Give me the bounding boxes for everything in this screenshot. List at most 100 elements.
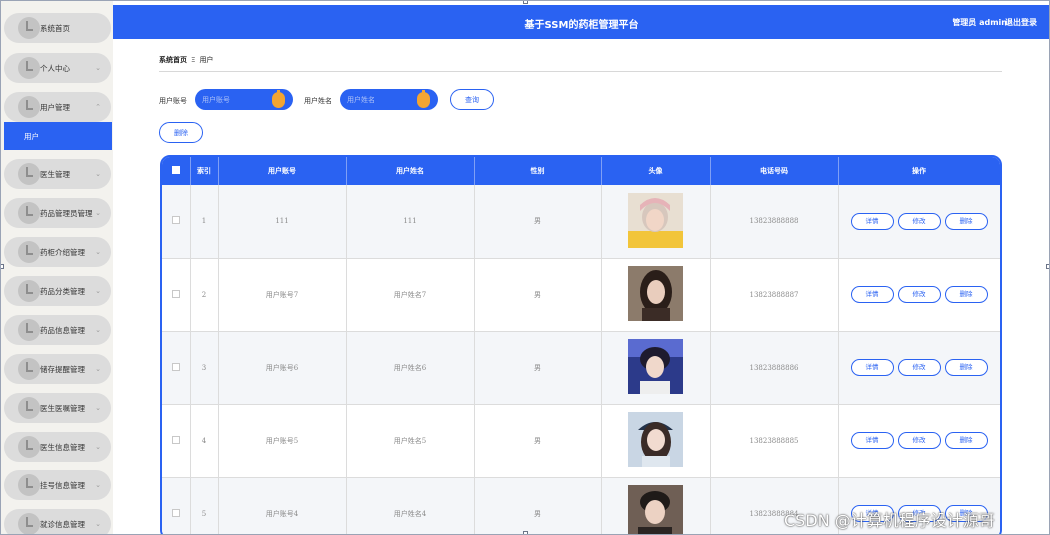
row-select-cell[interactable]	[162, 258, 191, 332]
query-button[interactable]: 查询	[450, 89, 494, 110]
sidebar-item-label: 用户管理	[40, 102, 70, 112]
cell-gender: 男	[474, 477, 602, 534]
clock-icon	[18, 57, 40, 79]
column-header-account: 用户账号	[218, 157, 347, 185]
select-all-checkbox[interactable]	[171, 166, 180, 174]
sidebar-item[interactable]: 医生信息管理 ⌄	[4, 432, 111, 462]
chevron-down-icon: ⌄	[95, 248, 101, 256]
table-row: 1 111 111 男 13823888888 详情 修改 删除	[162, 185, 1000, 259]
cell-name: 用户姓名7	[346, 258, 475, 332]
clock-icon	[18, 358, 40, 380]
chevron-down-icon: ⌄	[95, 170, 101, 178]
sidebar-item-label: 药品管理员管理	[40, 208, 93, 218]
detail-button[interactable]: 详情	[850, 432, 894, 449]
sidebar-item[interactable]: 医生医嘱管理 ⌄	[4, 393, 111, 423]
chevron-down-icon: ⌄	[95, 481, 101, 489]
sidebar-item[interactable]: 药柜介绍管理 ⌄	[4, 237, 111, 267]
sidebar-subitem-users[interactable]: 用户	[4, 122, 112, 150]
clock-icon	[18, 513, 40, 534]
row-select-cell[interactable]	[162, 404, 191, 478]
sidebar-item[interactable]: 医生管理 ⌄	[4, 159, 111, 189]
cell-name: 111	[346, 185, 475, 259]
cell-actions: 详情 修改 删除	[838, 331, 1000, 405]
row-checkbox[interactable]	[171, 216, 180, 225]
table-row: 2 用户账号7 用户姓名7 男 13823888887 详情 修改 删除	[162, 258, 1000, 332]
table-row: 4 用户账号5 用户姓名5 男 13823888885 详情 修改 删除	[162, 404, 1000, 478]
sidebar-item[interactable]: 药品信息管理 ⌄	[4, 315, 111, 345]
cell-index: 4	[190, 404, 219, 478]
name-search-input[interactable]: 用户姓名	[340, 89, 438, 110]
breadcrumb-home[interactable]: 系统首页	[159, 56, 187, 64]
sidebar-item-label: 系统首页	[40, 23, 70, 33]
cell-name: 用户姓名5	[346, 404, 475, 478]
sidebar-item[interactable]: 个人中心 ⌄	[4, 53, 111, 83]
account-search-input[interactable]: 用户账号	[195, 89, 293, 110]
avatar-image	[628, 339, 683, 394]
name-search-placeholder: 用户姓名	[347, 96, 375, 104]
delete-button[interactable]: 删除	[944, 286, 988, 303]
row-checkbox[interactable]	[171, 508, 180, 517]
select-all-header[interactable]	[162, 157, 191, 185]
sidebar: 系统首页 个人中心 ⌄ 用户管理 ⌃ 医生管理 ⌄ 药品管理员管理 ⌄ 药柜介绍管理 ⌄ 药品分类管理…	[1, 1, 113, 534]
clock-icon	[18, 280, 40, 302]
delete-button[interactable]: 删除	[944, 212, 988, 230]
detail-button[interactable]: 详情	[850, 212, 894, 230]
cell-name: 用户姓名6	[346, 331, 475, 405]
user-table: 索引 用户账号 用户姓名 性别 头像 电话号码 操作 1 111 111 男 13823…	[160, 155, 1002, 534]
row-checkbox[interactable]	[171, 435, 180, 444]
cell-avatar	[601, 258, 711, 332]
bulk-delete-button[interactable]: 删除	[159, 122, 203, 143]
row-checkbox[interactable]	[171, 362, 180, 371]
account-search-placeholder: 用户账号	[202, 96, 230, 104]
sidebar-item-label: 药柜介绍管理	[40, 247, 85, 257]
top-header: 基于SSM的药柜管理平台 管理员 admin 退出登录	[113, 5, 1049, 39]
cell-account: 用户账号5	[218, 404, 347, 478]
chevron-up-icon: ⌃	[95, 103, 101, 111]
sidebar-item[interactable]: 挂号信息管理 ⌄	[4, 470, 111, 500]
sidebar-item[interactable]: 用户管理 ⌃	[4, 92, 111, 122]
current-user[interactable]: 管理员 admin	[952, 17, 1007, 28]
chevron-down-icon: ⌄	[95, 443, 101, 451]
sidebar-item[interactable]: 就诊信息管理 ⌄	[4, 509, 111, 534]
column-header-avatar: 头像	[601, 157, 711, 185]
edit-button[interactable]: 修改	[897, 359, 941, 376]
sidebar-item[interactable]: 药品管理员管理 ⌄	[4, 198, 111, 228]
cell-avatar	[601, 185, 711, 259]
cell-index: 2	[190, 258, 219, 332]
delete-button[interactable]: 删除	[944, 432, 988, 449]
sidebar-item-label: 储存提醒管理	[40, 364, 85, 374]
resize-handle	[1, 264, 4, 269]
detail-button[interactable]: 详情	[850, 286, 894, 303]
cell-avatar	[601, 331, 711, 405]
sidebar-item[interactable]: 药品分类管理 ⌄	[4, 276, 111, 306]
cell-phone: 13823888886	[710, 331, 839, 405]
cell-account: 用户账号6	[218, 331, 347, 405]
chevron-down-icon: ⌄	[95, 64, 101, 72]
cell-gender: 男	[474, 258, 602, 332]
row-select-cell[interactable]	[162, 331, 191, 405]
chevron-down-icon: ⌄	[95, 520, 101, 528]
delete-button[interactable]: 删除	[944, 359, 988, 376]
account-search-label: 用户账号	[159, 97, 187, 105]
edit-button[interactable]: 修改	[897, 286, 941, 303]
detail-button[interactable]: 详情	[850, 359, 894, 376]
edit-button[interactable]: 修改	[897, 432, 941, 449]
edit-button[interactable]: 修改	[897, 212, 941, 230]
table-header-row: 索引 用户账号 用户姓名 性别 头像 电话号码 操作	[162, 157, 1000, 185]
app-title: 基于SSM的药柜管理平台	[524, 20, 639, 31]
row-checkbox[interactable]	[171, 289, 180, 298]
clock-icon	[18, 17, 40, 39]
sidebar-item[interactable]: 储存提醒管理 ⌄	[4, 354, 111, 384]
watermark: CSDN @计算机程序设计源哥	[784, 511, 995, 530]
avatar-image	[628, 192, 683, 248]
sidebar-item-label: 挂号信息管理	[40, 480, 85, 490]
row-select-cell[interactable]	[162, 185, 191, 259]
table-row: 3 用户账号6 用户姓名6 男 13823888886 详情 修改 删除	[162, 331, 1000, 405]
chevron-down-icon: ⌄	[95, 404, 101, 412]
sidebar-item[interactable]: 系统首页	[4, 13, 111, 43]
logout-link[interactable]: 退出登录	[1005, 17, 1037, 28]
row-select-cell[interactable]	[162, 477, 191, 534]
breadcrumb-divider	[159, 71, 1002, 72]
column-header-index: 索引	[190, 157, 219, 185]
sidebar-item-label: 个人中心	[40, 63, 70, 73]
